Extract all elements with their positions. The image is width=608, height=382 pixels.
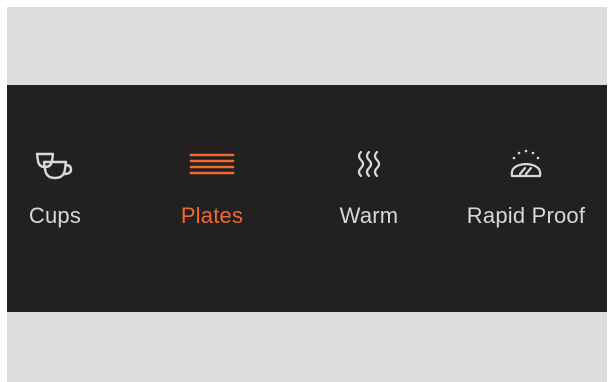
plates-icon	[186, 145, 238, 185]
mode-label: Warm	[339, 203, 399, 228]
mode-rapid-proof[interactable]: Rapid Proof	[451, 145, 601, 245]
top-band	[7, 7, 607, 85]
mode-label: Cups	[28, 203, 82, 228]
cup-icon	[29, 145, 81, 185]
screen: Cups Plates Warm Rapid Proof	[0, 0, 608, 382]
mode-cups[interactable]: Cups	[0, 145, 130, 245]
bottom-band	[7, 312, 607, 382]
warm-icon	[343, 145, 395, 185]
mode-warm[interactable]: Warm	[294, 145, 444, 245]
bread-icon	[500, 145, 552, 185]
mode-plates[interactable]: Plates	[137, 145, 287, 245]
mode-label: Rapid Proof	[466, 203, 586, 228]
mode-label: Plates	[180, 203, 244, 228]
mode-selector-bar: Cups Plates Warm Rapid Proof	[7, 85, 607, 312]
